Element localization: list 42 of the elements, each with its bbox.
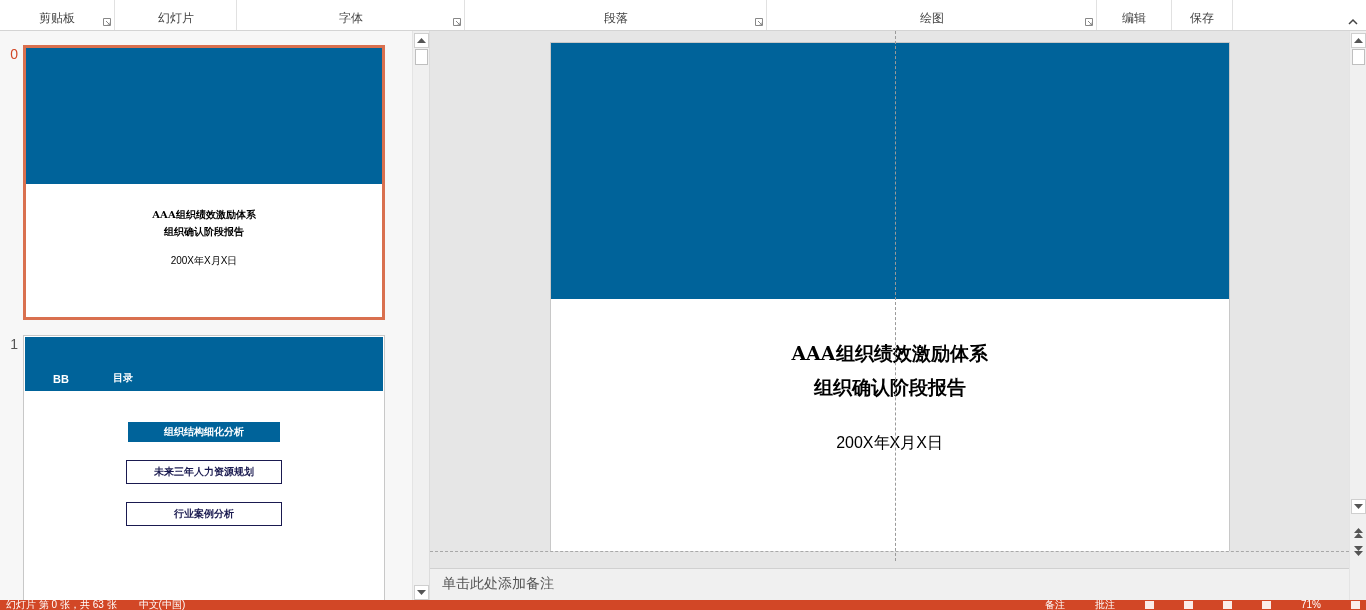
- thumbnail-header-text: BB: [53, 373, 69, 385]
- slide-title: 组织确认阶段报告: [812, 375, 967, 400]
- ribbon-group-label: 保存: [1190, 10, 1214, 27]
- ribbon-group-label: 字体: [338, 10, 363, 27]
- zoom-level[interactable]: 71%: [1301, 600, 1321, 610]
- scroll-down-icon[interactable]: [413, 585, 429, 600]
- dialog-launcher-icon[interactable]: [103, 18, 111, 26]
- slide-number: 0: [9, 46, 18, 62]
- scrollbar-thumb[interactable]: [414, 49, 428, 65]
- ribbon-group-label: 幻灯片: [157, 10, 194, 27]
- dialog-launcher-icon[interactable]: [1085, 18, 1093, 26]
- ribbon-group-label: 段落: [603, 10, 628, 27]
- slide-title: AAA组织绩效激励体系: [790, 341, 989, 366]
- dialog-launcher-icon[interactable]: [453, 18, 461, 26]
- status-text: 幻灯片 第 0 张，共 63 张: [6, 600, 117, 610]
- thumbnail-title: AAA组织绩效激励体系: [151, 208, 257, 222]
- slide-canvas[interactable]: AAA组织绩效激励体系 组织确认阶段报告 200X年X月X日: [549, 42, 1230, 551]
- collapse-ribbon-icon[interactable]: [1348, 18, 1358, 25]
- status-text: 中文(中国): [138, 600, 186, 610]
- scrollbar[interactable]: [412, 31, 429, 600]
- scrollbar[interactable]: [1349, 31, 1366, 600]
- slide-number: 1: [9, 336, 18, 352]
- ribbon-group-label: 剪贴板: [39, 10, 75, 27]
- thumbnail-date: 200X年X月X日: [169, 254, 239, 268]
- agenda-item: 组织结构细化分析: [128, 422, 280, 442]
- notes-field[interactable]: 单击此处添加备注: [430, 568, 1349, 600]
- agenda-item: 未来三年人力资源规划: [126, 460, 282, 484]
- status-button[interactable]: 批注: [1095, 600, 1115, 610]
- scroll-down-icon[interactable]: [1350, 499, 1366, 514]
- dialog-launcher-icon[interactable]: [755, 18, 763, 26]
- scroll-up-icon[interactable]: [1350, 33, 1366, 48]
- ribbon-group-label: 编辑: [1122, 10, 1146, 27]
- agenda-item: 行业案例分析: [126, 502, 282, 526]
- scroll-up-icon[interactable]: [413, 33, 429, 48]
- thumbnail-title: 组织确认阶段报告: [163, 225, 245, 239]
- ribbon-group-label: 绘图: [919, 10, 944, 27]
- thumbnail-title: 目录: [112, 371, 133, 385]
- scrollbar-thumb[interactable]: [1351, 49, 1365, 65]
- slide-date: 200X年X月X日: [835, 433, 944, 453]
- status-button[interactable]: 备注: [1045, 600, 1065, 610]
- slide-thumbnail[interactable]: BB 目录 组织结构细化分析 未来三年人力资源规划 行业案例分析: [23, 335, 385, 600]
- slide-thumbnail[interactable]: AAA组织绩效激励体系 组织确认阶段报告 200X年X月X日: [23, 45, 385, 320]
